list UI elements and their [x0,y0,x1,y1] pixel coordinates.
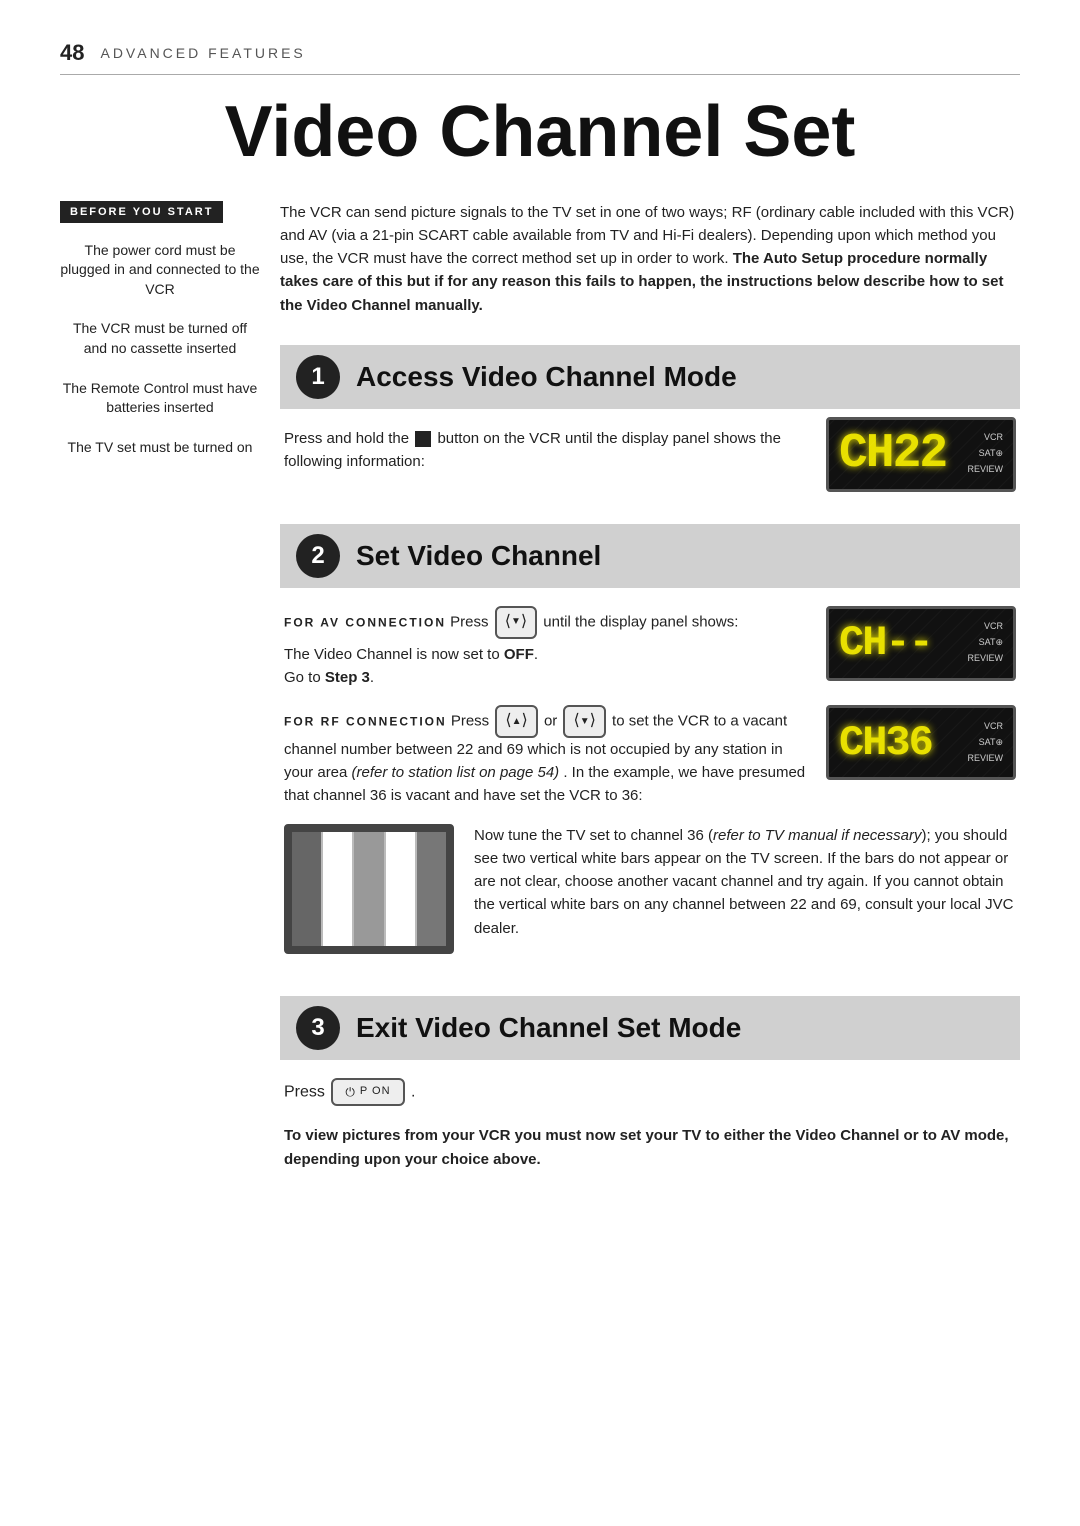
power-label: P ON [360,1083,391,1100]
rf-italic-text: (refer to station list on page 54) [352,764,560,781]
av-until-text: until the display panel shows: [543,613,738,630]
content-area: The VCR can send picture signals to the … [280,201,1020,1203]
step-1-display: CH22 VCR SAT⊕ REVIEW [826,417,1016,492]
before-you-start-badge: BEFORE YOU START [60,201,223,223]
av-off-text: The Video Channel is now set to OFF. [284,643,806,666]
sidebar-item-tv: The TV set must be turned on [60,438,260,458]
channel-down-icon: ⟨▼⟩ [495,606,537,639]
main-content: BEFORE YOU START The power cord must be … [60,201,1020,1203]
step-1-block: 1 Access Video Channel Mode CH22 VCR SAT… [280,345,1020,492]
av-review-label: REVIEW [967,652,1003,666]
av-label: FOR AV CONNECTION [284,615,446,629]
page-title: Video Channel Set [60,95,1020,171]
period: . [411,1083,415,1100]
sidebar-item-power: The power cord must be plugged in and co… [60,241,260,300]
channel-up-icon: ⟨▲⟩ [495,705,537,738]
tv-note-italic: refer to TV manual if necessary [713,827,921,844]
step-2-title: Set Video Channel [356,540,601,572]
tv-section: Now tune the TV set to channel 36 (refer… [284,824,1016,964]
av-vcr-label: VCR [984,620,1003,634]
step-2-block: 2 Set Video Channel FOR AV CONNECTION Pr… [280,524,1020,964]
rf-or-text: or [544,713,562,730]
power-button: ⏻ P ON [331,1078,404,1107]
intro-text: The VCR can send picture signals to the … [280,204,1014,314]
step-1-display-digits: CH22 [839,430,946,478]
section-label: ADVANCED FEATURES [100,45,305,61]
step-3-number: 3 [296,1006,340,1050]
step-3-block: 3 Exit Video Channel Set Mode Press ⏻ P … [280,996,1020,1171]
av-text: FOR AV CONNECTION Press ⟨▼⟩ until the di… [284,606,806,639]
rf-display-container: CH36 VCR SAT⊕ REVIEW [826,705,1016,780]
av-press-text: Press [450,613,493,630]
tv-bar-2 [354,832,383,946]
step-1-display-labels: VCR SAT⊕ REVIEW [967,431,1003,477]
tv-bar-1 [292,832,321,946]
step-2-body: FOR AV CONNECTION Press ⟨▼⟩ until the di… [280,606,1020,964]
tv-screen [284,824,454,954]
stop-icon [415,431,431,447]
rf-display-panel: CH36 VCR SAT⊕ REVIEW [826,705,1016,780]
step-3-header: 3 Exit Video Channel Set Mode [280,996,1020,1060]
av-display-panel: CH-- VCR SAT⊕ REVIEW [826,606,1016,681]
step-1-sat-label: SAT⊕ [979,447,1003,461]
tv-bar-white-2 [384,832,417,946]
tv-bar-3 [417,832,446,946]
step-1-review-label: REVIEW [967,463,1003,477]
av-connection-text: FOR AV CONNECTION Press ⟨▼⟩ until the di… [284,606,806,689]
av-display-digits: CH-- [839,622,932,664]
step-1-header: 1 Access Video Channel Mode [280,345,1020,409]
sidebar: BEFORE YOU START The power cord must be … [60,201,280,1203]
rf-vcr-label: VCR [984,720,1003,734]
sidebar-item-remote: The Remote Control must have batteries i… [60,379,260,418]
channel-down-icon-2: ⟨▼⟩ [563,705,605,738]
intro-paragraph: The VCR can send picture signals to the … [280,201,1020,317]
sidebar-item-vcr: The VCR must be turned off and no casset… [60,319,260,358]
page-number: 48 [60,40,84,66]
av-connection-row: FOR AV CONNECTION Press ⟨▼⟩ until the di… [284,606,1016,689]
step-1-vcr-label: VCR [984,431,1003,445]
step-3-press: Press ⏻ P ON . [284,1078,1016,1107]
step-3-body: Press ⏻ P ON . To view pictures from you… [280,1078,1020,1171]
rf-display-labels: VCR SAT⊕ REVIEW [967,720,1003,766]
step-3-title: Exit Video Channel Set Mode [356,1012,741,1044]
page-header: 48 ADVANCED FEATURES [60,40,1020,75]
av-sat-label: SAT⊕ [979,636,1003,650]
tv-bars [292,832,446,946]
av-goto-text: Go to Step 3. [284,666,806,689]
rf-sat-label: SAT⊕ [979,736,1003,750]
rf-label: FOR RF CONNECTION [284,715,447,729]
av-display-labels: VCR SAT⊕ REVIEW [967,620,1003,666]
av-display: CH-- VCR SAT⊕ REVIEW [826,606,1016,681]
power-icon: ⏻ [345,1083,356,1102]
rf-display-digits: CH36 [839,722,932,764]
press-label: Press [284,1083,325,1100]
rf-connection-row: FOR RF CONNECTION Press ⟨▲⟩ or ⟨▼⟩ to se… [284,705,1016,808]
step-1-title: Access Video Channel Mode [356,361,737,393]
rf-press-text: Press [451,713,494,730]
step-2-header: 2 Set Video Channel [280,524,1020,588]
step-3-note: To view pictures from your VCR you must … [284,1124,1016,1171]
tv-screen-container [284,824,454,954]
step-1-body: CH22 VCR SAT⊕ REVIEW Press and hold the … [280,427,1020,492]
step-1-text-part1: Press and hold the [284,430,413,447]
step-2-number: 2 [296,534,340,578]
rf-review-label: REVIEW [967,752,1003,766]
step-1-number: 1 [296,355,340,399]
page-container: 48 ADVANCED FEATURES Video Channel Set B… [0,0,1080,1526]
rf-connection-text: FOR RF CONNECTION Press ⟨▲⟩ or ⟨▼⟩ to se… [284,705,806,808]
rf-text: FOR RF CONNECTION Press ⟨▲⟩ or ⟨▼⟩ to se… [284,705,806,808]
tv-bar-white-1 [321,832,354,946]
